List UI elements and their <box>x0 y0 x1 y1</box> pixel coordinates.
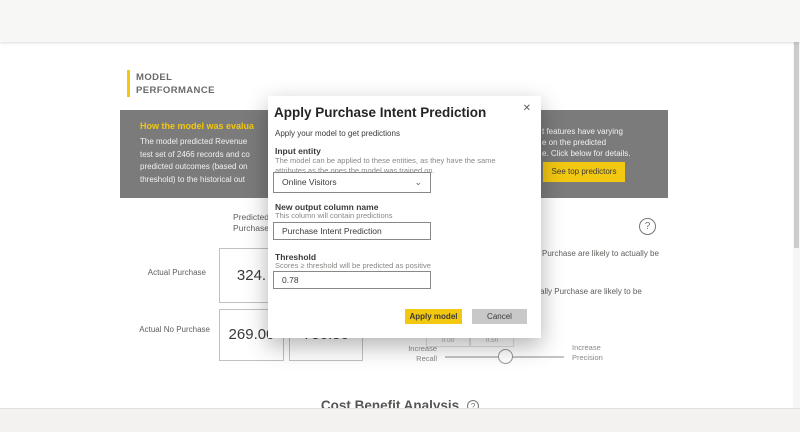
banner-heading: How the model was evalua <box>140 121 254 131</box>
dialog-title: Apply Purchase Intent Prediction <box>274 105 486 120</box>
banner-left-line: threshold) to the historical out <box>140 174 270 187</box>
dialog-cancel-button[interactable]: Cancel <box>472 309 527 324</box>
matrix-row-label-actual-purchase: Actual Purchase <box>116 268 206 277</box>
scrollbar-thumb[interactable] <box>794 42 799 248</box>
report-header <box>0 0 800 42</box>
metric-text-fragment: ally Purchase are likely to be <box>540 287 642 296</box>
banner-left-line: predicted outcomes (based on <box>140 161 270 174</box>
matrix-row-label-actual-no-purchase: Actual No Purchase <box>116 325 210 334</box>
slider-label-line: Increase <box>393 344 437 354</box>
slider-label-line: Increase <box>572 343 603 353</box>
dialog-apply-model-button[interactable]: Apply model <box>405 309 462 324</box>
threshold-slider-handle[interactable] <box>498 349 513 364</box>
output-column-description: This column will contain predictions <box>275 211 393 221</box>
input-entity-value: Online Visitors <box>282 177 337 187</box>
banner-left-line: test set of 2466 records and co <box>140 149 270 162</box>
slider-label-line: Precision <box>572 353 603 363</box>
threshold-description: Scores ≥ threshold will be predicted as … <box>275 261 431 271</box>
banner-left-line: The model predicted Revenue <box>140 136 270 149</box>
see-top-predictors-button[interactable]: See top predictors <box>543 162 625 182</box>
apply-model-dialog: Apply Purchase Intent Prediction ✕ Apply… <box>268 96 541 338</box>
help-icon[interactable]: ? <box>639 218 656 235</box>
slider-label-line: Recall <box>393 354 437 364</box>
banner-right-line: e. Click below for details. <box>542 148 668 159</box>
input-entity-label: Input entity <box>275 146 321 156</box>
output-column-input[interactable]: Purchase Intent Prediction <box>273 222 431 240</box>
metric-text-fragment: Purchase are likely to actually be <box>542 249 659 258</box>
section-accent-bar <box>127 70 130 97</box>
chevron-down-icon: ⌄ <box>414 173 422 192</box>
matrix-column-header: Predicted Purchase <box>230 212 272 233</box>
dialog-subtitle: Apply your model to get predictions <box>275 129 400 138</box>
banner-left-text: The model predicted Revenue test set of … <box>140 136 270 186</box>
input-entity-dropdown[interactable]: Online Visitors ⌄ <box>273 172 431 193</box>
section-title-line2: PERFORMANCE <box>136 84 215 97</box>
matrix-column-header-line2: Purchase <box>230 223 272 234</box>
matrix-column-header-line1: Predicted <box>230 212 272 223</box>
section-title-line1: MODEL <box>136 71 215 84</box>
slider-label-increase-recall: Increase Recall <box>393 344 437 363</box>
slider-label-increase-precision: Increase Precision <box>572 343 603 362</box>
banner-right-text: t features have varying e on the predict… <box>542 126 668 159</box>
threshold-input[interactable]: 0.78 <box>273 271 431 289</box>
bottom-tab-bar <box>0 408 800 432</box>
section-title-model-performance: MODEL PERFORMANCE <box>136 71 215 97</box>
banner-right-line: t features have varying <box>542 126 668 137</box>
banner-right-line: e on the predicted <box>542 137 668 148</box>
app-window: ← Purchase Intent Prediction model train… <box>0 0 800 432</box>
close-icon[interactable]: ✕ <box>523 103 531 114</box>
